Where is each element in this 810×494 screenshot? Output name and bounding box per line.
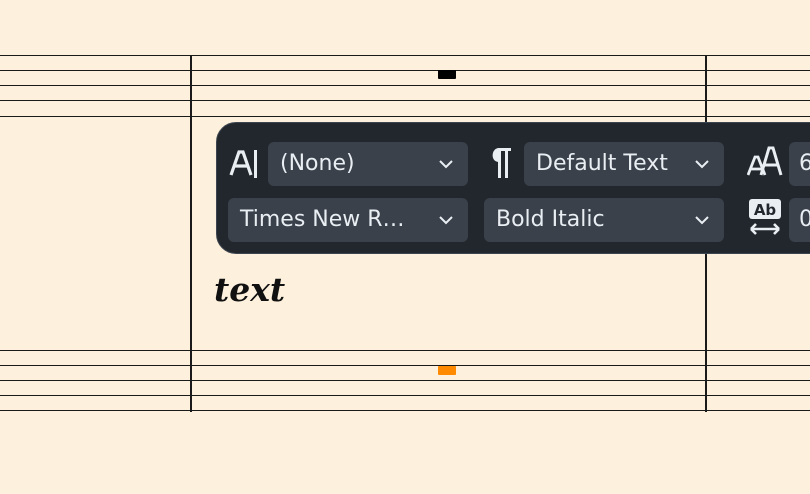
text-style-value: (None) — [280, 151, 355, 176]
score-text-object[interactable]: text — [214, 270, 285, 309]
letter-spacing-value: 0 — [799, 207, 810, 232]
chevron-down-icon — [695, 160, 709, 169]
paragraph-style-dropdown[interactable]: Default Text — [524, 142, 724, 186]
text-style-dropdown[interactable]: (None) — [268, 142, 468, 186]
chevron-down-icon — [439, 160, 453, 169]
staff-line — [0, 116, 810, 118]
staff-line — [0, 70, 810, 72]
text-style-icon — [229, 147, 259, 186]
staff-line — [0, 85, 810, 87]
chevron-down-icon — [695, 216, 709, 225]
font-family-value: Times New R… — [240, 207, 405, 232]
whole-rest[interactable] — [438, 70, 456, 79]
chevron-down-icon — [439, 216, 453, 225]
staff-line — [0, 395, 810, 397]
font-style-value: Bold Italic — [496, 207, 605, 232]
font-style-dropdown[interactable]: Bold Italic — [484, 198, 724, 242]
staff-line — [0, 100, 810, 102]
staff-line — [0, 365, 810, 367]
staff-line — [0, 380, 810, 382]
font-size-value: 6 — [799, 151, 810, 176]
barline[interactable] — [190, 55, 192, 412]
staff-line — [0, 410, 810, 412]
staff-line — [0, 350, 810, 352]
svg-text:Ab: Ab — [754, 201, 777, 219]
letter-spacing-icon: Ab — [747, 197, 783, 242]
paragraph-icon — [489, 145, 513, 186]
font-family-dropdown[interactable]: Times New R… — [228, 198, 468, 242]
whole-rest-selected[interactable] — [438, 366, 456, 375]
font-size-input[interactable]: 6 — [789, 142, 810, 186]
font-size-icon — [746, 145, 783, 184]
paragraph-style-value: Default Text — [536, 151, 668, 176]
staff-line — [0, 55, 810, 57]
text-properties-toolbar: (None) Default Text 6 Times New R… Bold … — [216, 122, 810, 254]
letter-spacing-input[interactable]: 0 — [789, 198, 810, 242]
